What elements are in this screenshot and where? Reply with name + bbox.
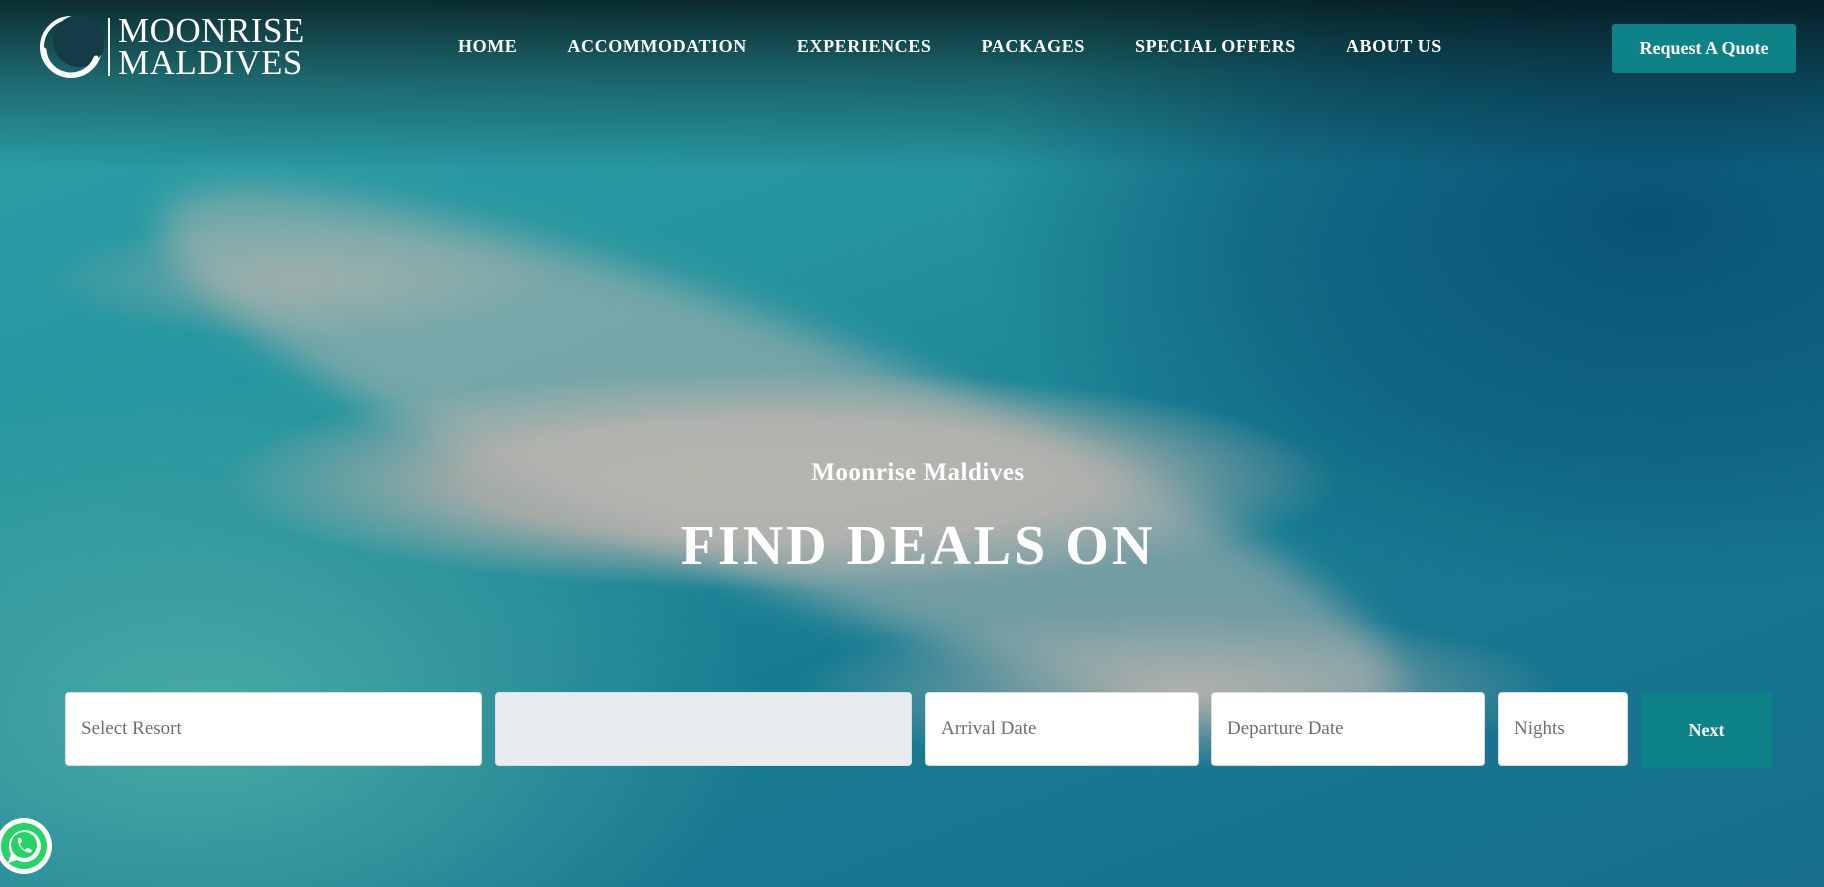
room-type-field[interactable] <box>495 692 912 766</box>
crescent-moon-icon <box>38 14 105 80</box>
nav-special-offers[interactable]: SPECIAL OFFERS <box>1135 36 1296 57</box>
nav-packages[interactable]: PACKAGES <box>982 36 1085 57</box>
site-header: MOONRISE MALDIVES HOME ACCOMMODATION EXP… <box>0 0 1824 96</box>
next-button[interactable]: Next <box>1641 692 1772 768</box>
main-nav: HOME ACCOMMODATION EXPERIENCES PACKAGES … <box>458 36 1492 57</box>
nav-accommodation[interactable]: ACCOMMODATION <box>567 36 746 57</box>
request-quote-button[interactable]: Request A Quote <box>1612 24 1796 73</box>
nights-field[interactable]: Nights <box>1498 692 1628 766</box>
hero-subtitle: Moonrise Maldives <box>811 459 1025 486</box>
logo-line-2: MALDIVES <box>118 43 303 82</box>
nav-about-us[interactable]: ABOUT US <box>1346 36 1442 57</box>
arrival-date-field[interactable]: Arrival Date <box>925 692 1199 766</box>
logo-text: MOONRISE MALDIVES <box>118 13 305 82</box>
departure-date-field[interactable]: Departure Date <box>1211 692 1485 766</box>
nav-home[interactable]: HOME <box>458 36 517 57</box>
hero-headline: FIND DEALS ON <box>680 515 1156 577</box>
select-resort-field[interactable]: Select Resort <box>65 692 482 766</box>
whatsapp-icon[interactable] <box>0 816 54 876</box>
nav-experiences[interactable]: EXPERIENCES <box>797 36 932 57</box>
logo[interactable]: MOONRISE MALDIVES <box>38 13 305 81</box>
